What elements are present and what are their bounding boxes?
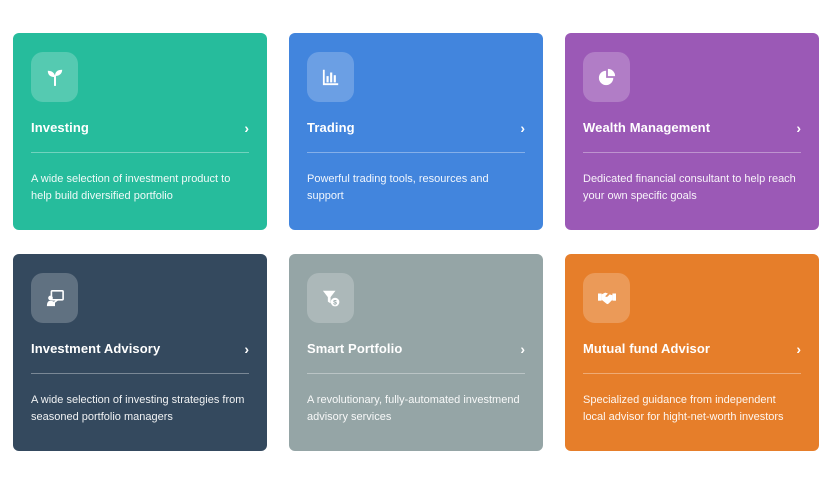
card-mutual-fund-advisor[interactable]: Mutual fund Advisor › Specialized guidan…	[565, 254, 819, 451]
funnel-dollar-icon: $	[307, 273, 354, 323]
card-description: Dedicated financial consultant to help r…	[583, 173, 796, 202]
divider	[31, 152, 249, 153]
card-investing[interactable]: Investing › A wide selection of investme…	[13, 33, 267, 230]
card-investment-advisory[interactable]: Investment Advisory › A wide selection o…	[13, 254, 267, 451]
handshake-icon	[583, 273, 630, 323]
chevron-right-icon: ›	[520, 120, 525, 136]
card-smart-portfolio[interactable]: $ Smart Portfolio › A revolutionary, ful…	[289, 254, 543, 451]
sprout-icon	[31, 52, 78, 102]
card-description: A wide selection of investment product t…	[31, 173, 231, 202]
chevron-right-icon: ›	[520, 341, 525, 357]
presentation-icon	[31, 273, 78, 323]
divider	[307, 152, 525, 153]
divider	[307, 373, 525, 374]
card-title: Investing	[31, 120, 89, 135]
chevron-right-icon: ›	[796, 120, 801, 136]
chevron-right-icon: ›	[244, 120, 249, 136]
card-title: Smart Portfolio	[307, 341, 403, 356]
chevron-right-icon: ›	[244, 341, 249, 357]
card-description: Powerful trading tools, resources and su…	[307, 173, 489, 202]
card-title: Wealth Management	[583, 120, 711, 135]
chevron-right-icon: ›	[796, 341, 801, 357]
card-wealth-management[interactable]: Wealth Management › Dedicated financial …	[565, 33, 819, 230]
card-description: A revolutionary, fully-automated investm…	[307, 394, 520, 423]
card-title: Mutual fund Advisor	[583, 341, 711, 356]
divider	[31, 373, 249, 374]
card-title: Investment Advisory	[31, 341, 161, 356]
bar-chart-icon	[307, 52, 354, 102]
card-description: Specialized guidance from independent lo…	[583, 394, 784, 423]
services-grid: Investing › A wide selection of investme…	[0, 0, 836, 484]
card-title: Trading	[307, 120, 355, 135]
divider	[583, 152, 801, 153]
divider	[583, 373, 801, 374]
card-trading[interactable]: Trading › Powerful trading tools, resour…	[289, 33, 543, 230]
card-description: A wide selection of investing strategies…	[31, 394, 245, 423]
svg-text:$: $	[333, 300, 337, 307]
pie-chart-icon	[583, 52, 630, 102]
